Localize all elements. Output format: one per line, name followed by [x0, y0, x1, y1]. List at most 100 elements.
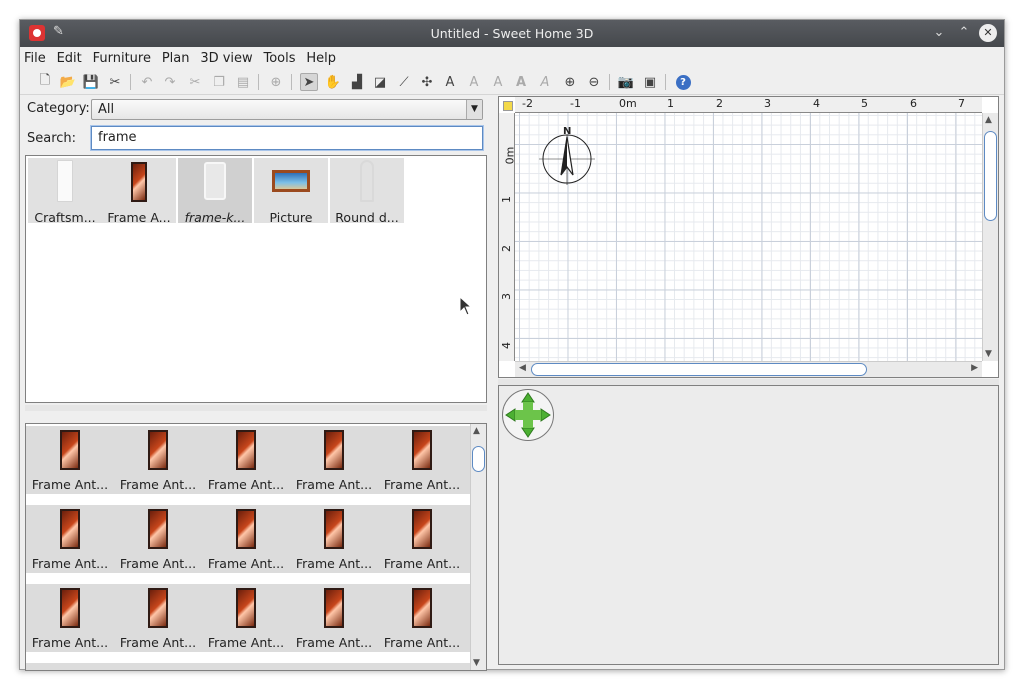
frame-door-icon: [148, 430, 168, 470]
catalog-item-craftsman[interactable]: Craftsm...: [28, 158, 102, 225]
frame-door-icon: [412, 430, 432, 470]
undo-icon[interactable]: ↶: [138, 73, 156, 91]
list-item-label: Frame Ant...: [295, 556, 373, 571]
scroll-down-icon[interactable]: ▼: [985, 349, 992, 359]
scroll-down-icon[interactable]: ▼: [473, 658, 480, 668]
list-item-label: Frame Ant...: [119, 477, 197, 492]
help-icon[interactable]: ?: [674, 73, 692, 91]
scroll-right-icon[interactable]: ▶: [971, 363, 978, 373]
app-window: ✎ Untitled - Sweet Home 3D ⌄ ⌃ ✕ File Ed…: [19, 19, 1005, 671]
vertical-ruler: 0m 1 2 3 4: [499, 113, 516, 361]
ruler-label: 3: [764, 97, 771, 110]
save-icon[interactable]: 💾: [82, 73, 100, 91]
redo-icon[interactable]: ↷: [161, 73, 179, 91]
new-home-icon[interactable]: 🗋: [36, 73, 54, 91]
ruler-label: 2: [500, 245, 513, 252]
open-icon[interactable]: 📂: [59, 73, 77, 91]
frame-door-icon: [236, 430, 256, 470]
list-item-label: Frame Ant...: [383, 477, 461, 492]
catalog-item-label: Round d...: [335, 210, 399, 225]
pane-splitter[interactable]: [25, 405, 487, 411]
menu-tools[interactable]: Tools: [260, 47, 299, 66]
horizontal-ruler: -2 -1 0m 1 2 3 4 5 6 7: [515, 97, 982, 113]
catalog-item-picture[interactable]: Picture: [254, 158, 328, 225]
chevron-down-icon[interactable]: ▼: [466, 100, 482, 119]
zoom-in-icon[interactable]: ⊕: [561, 73, 579, 91]
category-label: Category:: [27, 101, 90, 116]
frame-door-icon: [324, 430, 344, 470]
main-splitter[interactable]: [490, 97, 496, 665]
scroll-thumb[interactable]: [984, 131, 997, 221]
increase-text-icon[interactable]: A: [465, 73, 483, 91]
menu-edit[interactable]: Edit: [53, 47, 85, 66]
create-rooms-icon[interactable]: ◪: [371, 73, 389, 91]
create-polylines-icon[interactable]: ⟋: [395, 73, 413, 91]
pan-mode-icon[interactable]: ✋: [324, 73, 342, 91]
create-dimensions-icon[interactable]: ✣: [418, 73, 436, 91]
scroll-up-icon[interactable]: ▲: [985, 115, 992, 125]
frame-door-icon: [236, 509, 256, 549]
compass-rose[interactable]: N: [539, 126, 595, 185]
catalog-item-frame-antique[interactable]: Frame A...: [102, 158, 176, 225]
frame-door-icon: [131, 162, 147, 202]
ruler-label: 7: [958, 97, 965, 110]
search-input[interactable]: frame: [91, 126, 483, 150]
bold-text-icon[interactable]: A: [512, 73, 530, 91]
ruler-label: 6: [910, 97, 917, 110]
frame-door-icon: [148, 509, 168, 549]
create-video-icon[interactable]: ▣: [641, 73, 659, 91]
cut-icon[interactable]: ✂: [186, 73, 204, 91]
search-label: Search:: [27, 131, 77, 146]
select-mode-icon[interactable]: ➤: [300, 73, 318, 91]
maximize-button[interactable]: ⌃: [955, 24, 973, 42]
cut-scissors-icon[interactable]: ✂: [106, 73, 124, 91]
menu-furniture[interactable]: Furniture: [89, 47, 154, 66]
paste-icon[interactable]: ▤: [234, 73, 252, 91]
scroll-left-icon[interactable]: ◀: [519, 363, 526, 373]
copy-icon[interactable]: ❐: [210, 73, 228, 91]
list-item-label: Frame Ant...: [295, 635, 373, 650]
menu-bar: File Edit Furniture Plan 3D view Tools H…: [20, 47, 1004, 69]
menu-help[interactable]: Help: [302, 47, 339, 66]
ruler-label: 0m: [619, 97, 637, 110]
plan-view[interactable]: -2 -1 0m 1 2 3 4 5 6 7 0m 1 2 3 4 N ◀ ▶ …: [498, 96, 999, 378]
minimize-button[interactable]: ⌄: [930, 24, 948, 42]
decrease-text-icon[interactable]: A: [489, 73, 507, 91]
catalog-list: Craftsm... Frame A... frame-k... Picture…: [25, 155, 487, 403]
title-bar: ✎ Untitled - Sweet Home 3D ⌄ ⌃ ✕: [20, 20, 1004, 47]
list-item-label: Frame Ant...: [119, 635, 197, 650]
list-row: Frame Ant... Frame Ant... Frame Ant... F…: [26, 584, 471, 652]
menu-3d-view[interactable]: 3D view: [196, 47, 255, 66]
picture-icon: [272, 170, 310, 192]
frame-door-icon: [236, 588, 256, 628]
catalog-item-round-door[interactable]: Round d...: [330, 158, 404, 225]
plan-horizontal-scrollbar[interactable]: ◀ ▶: [515, 361, 982, 377]
ruler-label: 2: [716, 97, 723, 110]
furniture-scrollbar[interactable]: ▲ ▼: [470, 424, 486, 670]
add-text-icon[interactable]: A: [441, 73, 459, 91]
mouse-cursor-icon: [459, 295, 473, 319]
frame-door-icon: [324, 509, 344, 549]
list-item-label: Frame Ant...: [31, 635, 109, 650]
catalog-item-frame-k[interactable]: frame-k...: [178, 158, 252, 225]
ruler-label: 5: [861, 97, 868, 110]
add-furniture-icon[interactable]: ⊕: [267, 73, 285, 91]
level-icon[interactable]: [503, 101, 513, 111]
scroll-thumb[interactable]: [472, 446, 485, 472]
menu-file[interactable]: File: [20, 47, 49, 66]
category-combo[interactable]: All ▼: [91, 99, 483, 120]
scroll-thumb[interactable]: [531, 363, 867, 376]
menu-plan[interactable]: Plan: [158, 47, 193, 66]
italic-text-icon[interactable]: A: [536, 73, 554, 91]
plan-vertical-scrollbar[interactable]: ▲ ▼: [982, 113, 998, 361]
navigation-arrows-icon[interactable]: [502, 389, 554, 441]
close-button[interactable]: ✕: [979, 24, 997, 42]
frame-door-icon: [148, 588, 168, 628]
zoom-out-icon[interactable]: ⊖: [585, 73, 603, 91]
scroll-up-icon[interactable]: ▲: [473, 426, 480, 436]
round-door-icon: [360, 160, 374, 202]
door-icon: [57, 160, 73, 202]
3d-view[interactable]: [498, 385, 999, 665]
create-photo-icon[interactable]: 📷: [617, 73, 635, 91]
create-walls-icon[interactable]: ▟: [348, 73, 366, 91]
